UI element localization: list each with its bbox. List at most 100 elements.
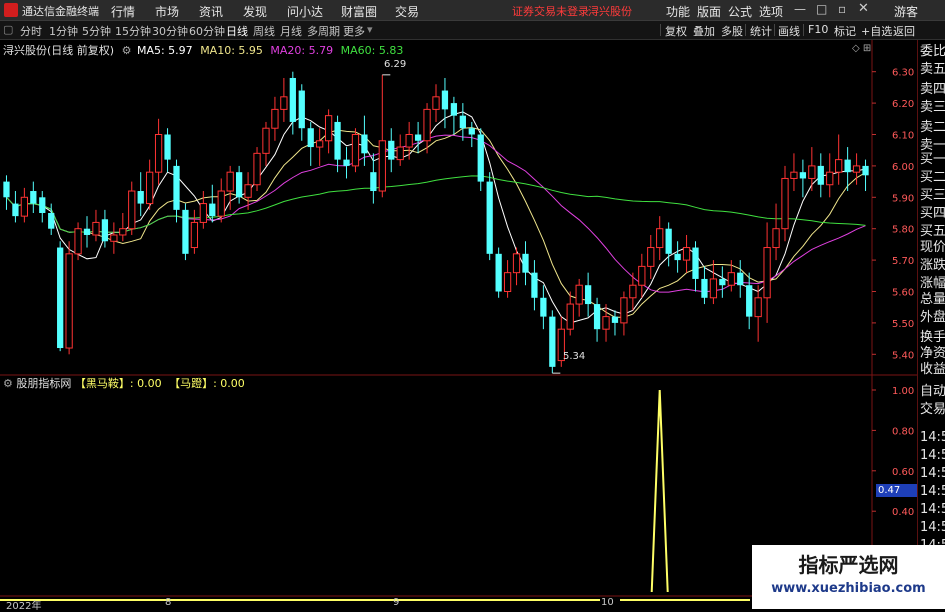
restore-icon[interactable]: ▫ (838, 2, 846, 16)
back-button[interactable]: 返回 (893, 23, 915, 39)
candle-body (217, 190, 225, 217)
menu-item-formula[interactable]: 公式 (728, 3, 752, 20)
candle-body (65, 253, 73, 349)
tab-15min[interactable]: 15分钟 (115, 23, 151, 39)
candle-body (316, 140, 324, 148)
tab-daily[interactable]: 日线 (226, 23, 248, 39)
multi-stock-button[interactable]: 多股 (721, 23, 743, 39)
candle-body (128, 190, 136, 230)
chart-canvas[interactable]: 6.30 6.20 6.10 6.00 5.90 5.80 5.70 5.60 5.50 5.40… (0, 40, 917, 609)
high-price-label: 6.29 (384, 59, 407, 70)
add-watchlist-button[interactable]: +自选 (861, 23, 892, 39)
candle-body (566, 303, 574, 330)
tab-more[interactable]: 更多 (343, 23, 365, 39)
candle-body (503, 272, 512, 293)
login-warning[interactable]: 证券交易未登录 (512, 3, 589, 19)
candle-body (450, 103, 458, 116)
y-tick-label: 6.00 (892, 162, 914, 173)
side-panel-item: 14:56 (920, 466, 945, 481)
candle-body (164, 134, 171, 160)
candle-body (844, 159, 851, 173)
guest-label[interactable]: 游客 (894, 3, 918, 20)
side-panel-item: 买三 (920, 188, 945, 203)
tab-weekly[interactable]: 周线 (253, 23, 275, 39)
candle-body (3, 181, 10, 198)
stock-name: 浔兴股份 (588, 5, 632, 18)
side-panel-item: 卖三 (920, 100, 945, 115)
adjust-button[interactable]: 复权 (665, 23, 687, 39)
candle-body (701, 278, 708, 298)
candle-body (298, 90, 305, 129)
candle-body (83, 228, 91, 235)
side-panel-item: 委比 (920, 44, 945, 59)
candle-body (754, 297, 762, 318)
candle-body (808, 165, 816, 179)
minimize-icon[interactable]: — (794, 2, 806, 16)
candle-body (522, 253, 529, 273)
overlay-button[interactable]: 叠加 (693, 23, 715, 39)
candle-body (388, 140, 395, 160)
candle-body (343, 159, 350, 166)
menu-item-discover[interactable]: 发现 (243, 3, 267, 20)
menu-item-ask[interactable]: 问小达 (287, 3, 323, 20)
more-dropdown-icon[interactable]: ▾ (367, 23, 373, 36)
f10-button[interactable]: F10 (808, 23, 828, 36)
toolbar-toggle-icon[interactable]: ▢ (3, 23, 13, 36)
maximize-icon[interactable]: □ (816, 2, 827, 16)
candle-body (209, 203, 216, 217)
toolbar-divider (745, 24, 746, 36)
draw-line-button[interactable]: 画线 (778, 23, 800, 39)
indicator-settings-icon[interactable]: ⚙ (3, 377, 13, 390)
indicator-legend: ⚙ 股朋指标网 【黑马鞍】: 0.00 【马蹬】: 0.00 (3, 375, 245, 391)
candle-body (351, 134, 360, 167)
cursor-value-badge: 0.47 (876, 484, 918, 497)
menu-item-quotes[interactable]: 行情 (111, 3, 135, 20)
tab-5min[interactable]: 5分钟 (82, 23, 111, 39)
menu-item-wealth[interactable]: 财富圈 (341, 3, 377, 20)
candle-body (540, 297, 547, 317)
low-price-label: 5.34 (563, 351, 586, 362)
candle-body (92, 221, 100, 236)
candle-body (781, 177, 789, 230)
side-panel-item: 14:56 (920, 430, 945, 445)
menu-item-trade[interactable]: 交易 (395, 3, 419, 20)
candle-body (799, 172, 807, 179)
side-panel-item: 卖二 (920, 120, 945, 135)
menu-item-layout[interactable]: 版面 (697, 3, 721, 20)
menu-item-function[interactable]: 功能 (666, 3, 690, 20)
candle-body (110, 234, 118, 242)
tab-1min[interactable]: 1分钟 (49, 23, 78, 39)
close-icon[interactable]: ✕ (858, 1, 869, 16)
menu-item-market[interactable]: 市场 (155, 3, 179, 20)
candle-body (512, 253, 521, 274)
toolbar-divider (660, 24, 661, 36)
candle-body (495, 253, 502, 292)
side-panel-item: 收益 (920, 362, 945, 377)
chart-options-icon[interactable]: ◇ ⊞ (852, 43, 871, 54)
candle-body (719, 278, 726, 286)
indicator-y-tick-label: 0.60 (892, 467, 914, 478)
side-panel-item: 现价 (920, 240, 945, 255)
side-panel-item: 买五 (920, 224, 945, 239)
candle-body (468, 128, 475, 135)
stats-button[interactable]: 统计 (750, 23, 772, 39)
ma10-label: MA10: 5.95 (200, 44, 263, 57)
candle-body (862, 165, 869, 176)
side-panel-item: 买二 (920, 170, 945, 185)
mark-button[interactable]: 标记 (834, 23, 856, 39)
candle-body (638, 265, 646, 286)
candle-body (441, 90, 449, 110)
settings-icon[interactable]: ⚙ (122, 44, 132, 57)
tab-30min[interactable]: 30分钟 (152, 23, 188, 39)
candle-body (48, 213, 55, 229)
watermark-url: www.xuezhibiao.com (771, 581, 926, 596)
candle-body (852, 165, 861, 173)
candle-body (271, 108, 279, 129)
menu-item-options[interactable]: 选项 (759, 3, 783, 20)
tab-60min[interactable]: 60分钟 (189, 23, 225, 39)
tab-monthly[interactable]: 月线 (280, 23, 302, 39)
menu-item-news[interactable]: 资讯 (199, 3, 223, 20)
tab-multi-period[interactable]: 多周期 (307, 23, 340, 39)
tab-intraday[interactable]: 分时 (20, 23, 42, 39)
candle-body (405, 134, 413, 148)
